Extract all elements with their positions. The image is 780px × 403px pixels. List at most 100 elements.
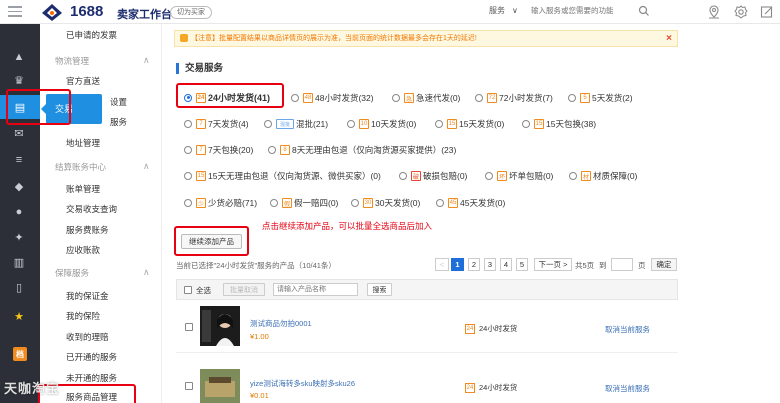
radio-button[interactable] xyxy=(485,172,493,180)
next-page-button[interactable]: 下一页 > xyxy=(534,258,572,271)
edit-icon[interactable] xyxy=(759,4,775,20)
row-checkbox[interactable] xyxy=(185,323,193,331)
option-damage[interactable]: 破破损包赔(0) xyxy=(399,170,467,182)
product-service: 24 24小时发货 xyxy=(465,382,517,393)
menu-header-guarantee[interactable]: 保障服务 ∧ xyxy=(55,267,150,279)
option-material[interactable]: 材材质保障(0) xyxy=(569,170,637,182)
radio-button[interactable] xyxy=(184,199,192,207)
badge-icon[interactable]: 档 xyxy=(13,347,27,361)
switch-to-buyer-button[interactable]: 切为买家 xyxy=(170,6,212,19)
page-5-button[interactable]: 5 xyxy=(516,258,528,271)
home-icon[interactable]: ▲ xyxy=(11,49,27,65)
option-30d[interactable]: 30 30天发货(0) xyxy=(351,197,420,209)
radio-button[interactable] xyxy=(475,94,483,102)
option-48h[interactable]: 48 48小时发货(32) xyxy=(291,92,374,104)
share-icon[interactable]: ✦ xyxy=(11,229,27,245)
radio-button[interactable] xyxy=(392,94,400,102)
radio-button[interactable] xyxy=(264,120,272,128)
option-mixed[interactable]: 混批 混批(21) xyxy=(264,118,328,130)
close-icon[interactable]: × xyxy=(666,31,672,46)
page-1-button[interactable]: 1 xyxy=(451,258,464,271)
option-8d-return[interactable]: 8 8天无理由包退（仅向淘货源买家提供）(23) xyxy=(268,144,456,156)
menu-item-insurance[interactable]: 我的保险 xyxy=(66,310,100,322)
star-icon[interactable]: ★ xyxy=(11,308,27,324)
option-7d-exchange[interactable]: 7 7天包换(20) xyxy=(184,144,253,156)
database-icon[interactable]: ≡ xyxy=(11,152,27,168)
mail-icon[interactable]: ✉ xyxy=(11,125,27,141)
product-thumbnail[interactable] xyxy=(200,306,240,346)
option-short-goods[interactable]: 少少货必赔(71) xyxy=(184,197,257,209)
search-icon[interactable] xyxy=(638,5,650,17)
search-button[interactable]: 搜索 xyxy=(367,283,392,296)
batch-cancel-button[interactable]: 批量取消 xyxy=(223,283,265,296)
page-jump-input[interactable] xyxy=(611,258,633,271)
cancel-service-link[interactable]: 取消当前服务 xyxy=(605,383,650,394)
menu-item-claims[interactable]: 收到的理赔 xyxy=(66,331,109,343)
menu-header-settlement[interactable]: 结算账务中心 ∧ xyxy=(55,161,150,173)
option-15d-return[interactable]: 15 15天无理由包退（仅向淘货源、微供买家）(0) xyxy=(184,170,381,182)
option-72h[interactable]: 72 72小时发货(7) xyxy=(475,92,553,104)
menu-item-trade-ledger[interactable]: 交易收支查询 xyxy=(66,203,117,215)
option-7d[interactable]: 7 7天发货(4) xyxy=(184,118,249,130)
menu-item-settings[interactable]: 设置 xyxy=(110,96,127,108)
radio-button[interactable] xyxy=(184,120,192,128)
product-name[interactable]: yize测试海转多sku映射多sku26 xyxy=(250,378,355,389)
chart-icon[interactable]: ▥ xyxy=(11,254,27,270)
radio-button[interactable] xyxy=(522,120,530,128)
menu-item-active-services[interactable]: 已开通的服务 xyxy=(66,351,117,363)
cancel-service-link[interactable]: 取消当前服务 xyxy=(605,324,650,335)
phone-icon[interactable]: ▯ xyxy=(11,279,27,295)
crown-icon[interactable]: ♛ xyxy=(11,72,27,88)
option-15d-exchange[interactable]: 15 15天包换(38) xyxy=(522,118,596,130)
page-2-button[interactable]: 2 xyxy=(468,258,480,271)
menu-item-invoices[interactable]: 已申请的发票 xyxy=(66,29,117,41)
menu-item-direct-delivery[interactable]: 官方直送 xyxy=(66,75,100,87)
product-thumbnail[interactable] xyxy=(200,369,240,403)
service-tag-icon: 假 xyxy=(282,198,292,208)
menu-item-receivables[interactable]: 应收账款 xyxy=(66,244,100,256)
menu-item-service-fee[interactable]: 服务费账务 xyxy=(66,224,109,236)
select-all-checkbox[interactable] xyxy=(184,286,192,294)
service-dropdown[interactable]: 服务 ∨ xyxy=(489,5,518,16)
radio-button[interactable] xyxy=(270,199,278,207)
radio-button[interactable] xyxy=(435,120,443,128)
menu-item-deposit[interactable]: 我的保证金 xyxy=(66,290,109,302)
menu-header-logistics[interactable]: 物流管理 ∧ xyxy=(55,55,150,67)
confirm-page-button[interactable]: 确定 xyxy=(651,258,677,271)
user-icon[interactable]: ● xyxy=(11,204,27,220)
option-bad-order[interactable]: 坏坏单包赔(0) xyxy=(485,170,553,182)
option-15d[interactable]: 15 15天发货(0) xyxy=(435,118,504,130)
product-search-input[interactable] xyxy=(273,283,358,296)
radio-button[interactable] xyxy=(184,146,192,154)
product-name[interactable]: 测试商品勿拍0001 xyxy=(250,318,312,329)
radio-button[interactable] xyxy=(347,120,355,128)
radio-button[interactable] xyxy=(268,146,276,154)
radio-button[interactable] xyxy=(184,172,192,180)
gear-icon[interactable] xyxy=(733,4,749,20)
option-fake-compensation[interactable]: 假假一赔四(0) xyxy=(270,197,338,209)
menu-item-address[interactable]: 地址管理 xyxy=(66,137,100,149)
row-checkbox[interactable] xyxy=(185,382,193,390)
radio-button[interactable] xyxy=(569,172,577,180)
page-4-button[interactable]: 4 xyxy=(500,258,512,271)
menu-item-bills[interactable]: 账单管理 xyxy=(66,183,100,195)
function-search-input[interactable] xyxy=(531,3,632,18)
location-icon[interactable] xyxy=(706,4,722,20)
option-45d[interactable]: 45 45天发货(0) xyxy=(436,197,505,209)
menu-icon[interactable] xyxy=(8,6,22,17)
prev-page-button[interactable]: < xyxy=(435,258,449,271)
radio-button[interactable] xyxy=(436,199,444,207)
menu-item-service[interactable]: 服务 xyxy=(110,116,127,128)
radio-button[interactable] xyxy=(351,199,359,207)
radio-button[interactable] xyxy=(291,94,299,102)
highlight-add-button xyxy=(174,226,249,256)
radio-button[interactable] xyxy=(568,94,576,102)
option-10d[interactable]: 10 10天发货(0) xyxy=(347,118,416,130)
option-express[interactable]: 急急速代发(0) xyxy=(392,92,460,104)
chevron-up-icon: ∧ xyxy=(143,161,150,171)
option-5d[interactable]: 5 5天发货(2) xyxy=(568,92,633,104)
page-3-button[interactable]: 3 xyxy=(484,258,496,271)
tag-icon[interactable]: ◆ xyxy=(11,178,27,194)
menu-item-inactive-services[interactable]: 未开通的服务 xyxy=(66,372,117,384)
radio-button[interactable] xyxy=(399,172,407,180)
